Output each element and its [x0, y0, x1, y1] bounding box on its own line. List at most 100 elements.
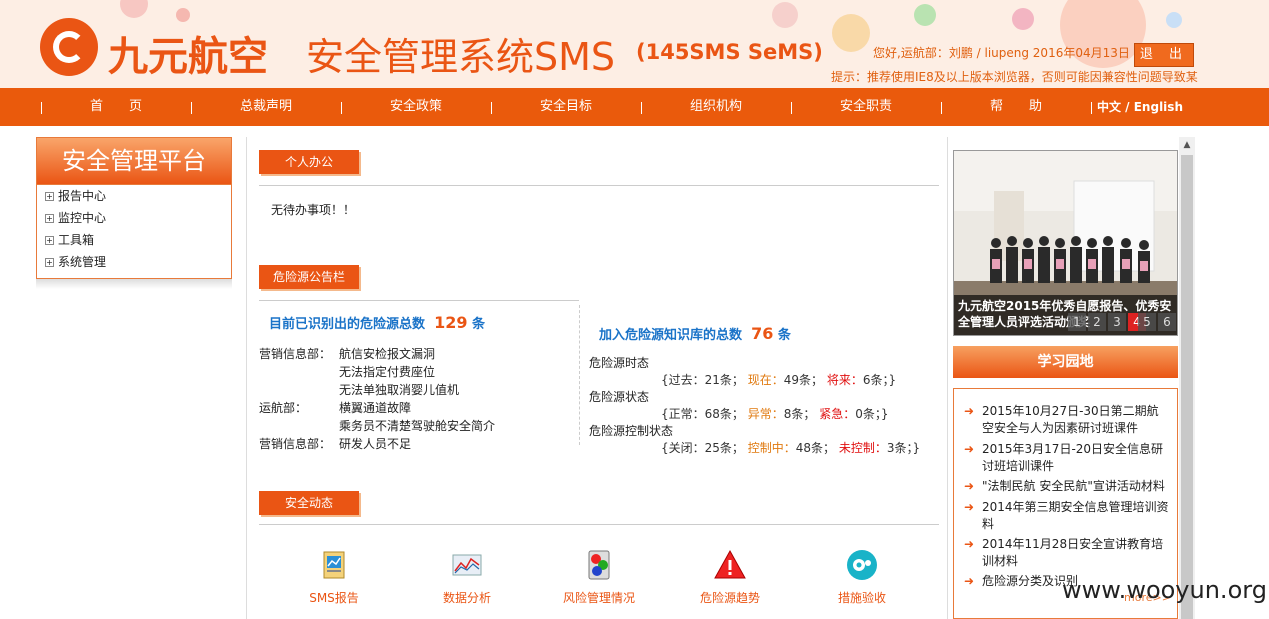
tool-risk-management[interactable]: 风险管理情况 [554, 549, 644, 606]
learning-item[interactable]: ➜ 2015年10月27日-30日第二期航空安全与人为因素研讨班课件 [964, 403, 1169, 437]
sidebar-item-label: 监控中心 [58, 211, 107, 225]
arrow-right-icon: ➜ [964, 574, 975, 588]
nav-item-help[interactable]: 帮 助 [941, 88, 1091, 126]
tool-label: 措施验收 [837, 591, 886, 605]
header-banner: 九元航空 安全管理系统SMS (145SMS SeMS) 您好,运航部：刘鹏 /… [0, 0, 1269, 88]
sidebar-item-toolbox[interactable]: + 工具箱 [37, 229, 231, 251]
learning-item[interactable]: ➜ 2015年3月17日-20日安全信息研讨班培训课件 [964, 441, 1169, 475]
expand-icon[interactable]: + [45, 258, 54, 267]
stat-line-tense: {过去：21条； 现在：49条； 将来：6条；} [661, 373, 897, 387]
decor-bubble [772, 2, 798, 28]
hazard-entry-link[interactable]: 航信安检报文漏洞 [339, 345, 435, 362]
hazard-kb-label: 加入危险源知识库的总数 [599, 328, 743, 343]
right-column: 九元航空2015年优秀自愿报告、优秀安全管理人员评选活动颁奖 1 2 3 4 5… [953, 150, 1178, 619]
watermark-text: www.wooyun.org [1062, 576, 1267, 604]
nav-item-safety-policy[interactable]: 安全政策 [341, 88, 491, 126]
slide-page-3[interactable]: 3 [1108, 313, 1126, 331]
tool-label: 危险源趋势 [699, 591, 760, 605]
decor-bubble [1012, 8, 1034, 30]
section-divider [259, 185, 939, 186]
sidebar-shadow [36, 279, 232, 289]
sidebar-item-monitor-center[interactable]: + 监控中心 [37, 207, 231, 229]
expand-icon[interactable]: + [45, 192, 54, 201]
vertical-scrollbar[interactable]: ▲ [1179, 137, 1195, 619]
scrollbar-thumb[interactable] [1181, 155, 1193, 619]
logo-text: 九元航空 [108, 34, 268, 80]
slide-page-1[interactable]: 1 [1068, 313, 1086, 331]
main-content: 个人办公 无待办事项！！ 危险源公告栏 目前已识别出的危险源总数 129 条 营… [246, 137, 948, 619]
stat-line-control: {关闭：25条； 控制中：48条； 未控制：3条；} [661, 441, 921, 455]
risk-board-icon [588, 550, 610, 580]
report-chart-icon [323, 551, 345, 579]
logo-icon [40, 18, 98, 76]
tool-measure-acceptance[interactable]: 措施验收 [817, 549, 907, 606]
hazard-kb-unit: 条 [777, 328, 791, 343]
warning-icon [714, 549, 746, 579]
user-greeting: 您好,运航部：刘鹏 / liupeng 2016年04月13日 [873, 46, 1130, 60]
news-slideshow[interactable]: 九元航空2015年优秀自愿报告、优秀安全管理人员评选活动颁奖 1 2 3 4 5… [953, 150, 1178, 336]
nav-item-ceo-statement[interactable]: 总裁声明 [191, 88, 341, 126]
section-divider [259, 524, 939, 525]
decor-bubble [914, 4, 936, 26]
sidebar-item-label: 工具箱 [58, 233, 95, 247]
hazard-dept: 营销信息部： [259, 347, 332, 361]
arrow-right-icon: ➜ [964, 537, 975, 551]
sidebar-item-report-center[interactable]: + 报告中心 [37, 185, 231, 207]
stat-label-tense: 危险源时态 [589, 356, 650, 370]
tool-hazard-trend[interactable]: 危险源趋势 [685, 549, 775, 606]
hazard-entry-link[interactable]: 无法单独取消婴儿值机 [339, 381, 459, 398]
nav-separator [1091, 102, 1092, 114]
learning-item-label: 2015年3月17日-20日安全信息研讨班培训课件 [982, 442, 1164, 473]
stat-label-status: 危险源状态 [589, 390, 650, 404]
learning-item[interactable]: ➜ 2014年11月28日安全宣讲教育培训材料 [964, 536, 1169, 570]
expand-icon[interactable]: + [45, 236, 54, 245]
learning-item-label: 2014年第三期安全信息管理培训资料 [982, 500, 1169, 531]
sidebar-item-system-admin[interactable]: + 系统管理 [37, 251, 231, 273]
sidebar: 安全管理平台 + 报告中心 + 监控中心 + 工具箱 + 系统管理 [36, 137, 232, 279]
slide-page-5[interactable]: 5 [1138, 313, 1156, 331]
scroll-up-icon[interactable]: ▲ [1179, 137, 1195, 153]
nav-item-safety-duties[interactable]: 安全职责 [791, 88, 941, 126]
nav-item-safety-goals[interactable]: 安全目标 [491, 88, 641, 126]
main-nav: 首 页 总裁声明 安全政策 安全目标 组织机构 安全职责 帮 助 中文 / En… [0, 88, 1269, 126]
learning-item[interactable]: ➜ "法制民航 安全民航"宣讲活动材料 [964, 478, 1169, 495]
expand-icon[interactable]: + [45, 214, 54, 223]
hazard-entry-link[interactable]: 无法指定付费座位 [339, 363, 435, 380]
tab-hazard-board[interactable]: 危险源公告栏 [259, 265, 359, 289]
arrow-right-icon: ➜ [964, 500, 975, 514]
line-chart-icon [452, 554, 482, 576]
hazard-entry-link[interactable]: 乘务员不清楚驾驶舱安全简介 [339, 417, 495, 434]
tool-sms-report[interactable]: SMS报告 [289, 549, 379, 606]
tool-data-analysis[interactable]: 数据分析 [422, 549, 512, 606]
learning-title: 学习园地 [953, 346, 1178, 378]
hazard-entry-link[interactable]: 研发人员不足 [339, 435, 411, 452]
system-subtitle: (145SMS SeMS) [636, 40, 823, 64]
hazard-divider [579, 305, 580, 445]
learning-item-label: "法制民航 安全民航"宣讲活动材料 [982, 479, 1165, 493]
learning-item[interactable]: ➜ 2014年第三期安全信息管理培训资料 [964, 499, 1169, 533]
decor-bubble [176, 8, 190, 22]
language-switch[interactable]: 中文 / English [1097, 88, 1183, 126]
hazard-total-count: 129 [434, 313, 468, 332]
tab-safety-news[interactable]: 安全动态 [259, 491, 359, 515]
sidebar-item-label: 系统管理 [58, 255, 107, 269]
tab-personal-office[interactable]: 个人办公 [259, 150, 359, 174]
arrow-right-icon: ➜ [964, 479, 975, 493]
nav-item-organization[interactable]: 组织机构 [641, 88, 791, 126]
arrow-right-icon: ➜ [964, 404, 975, 418]
hazard-kb-count: 76 [751, 324, 774, 343]
section-divider [259, 300, 579, 301]
browser-hint: 提示：推荐使用IE8及以上版本浏览器，否则可能因兼容性问题导致某 [831, 70, 1198, 84]
decor-bubble [1166, 12, 1182, 28]
nav-item-home[interactable]: 首 页 [41, 88, 191, 126]
slide-page-6[interactable]: 6 [1158, 313, 1176, 331]
stat-line-status: {正常：68条； 异常：8条； 紧急：0条；} [661, 407, 889, 421]
slide-page-2[interactable]: 2 [1088, 313, 1106, 331]
hazard-dept: 营销信息部： [259, 437, 332, 451]
sidebar-title: 安全管理平台 [37, 138, 231, 185]
arrow-right-icon: ➜ [964, 442, 975, 456]
logout-button[interactable]: 退 出 [1134, 43, 1194, 67]
system-title: 安全管理系统SMS [306, 35, 616, 79]
hazard-entry-link[interactable]: 横翼通道故障 [339, 399, 411, 416]
sidebar-item-label: 报告中心 [58, 189, 107, 203]
